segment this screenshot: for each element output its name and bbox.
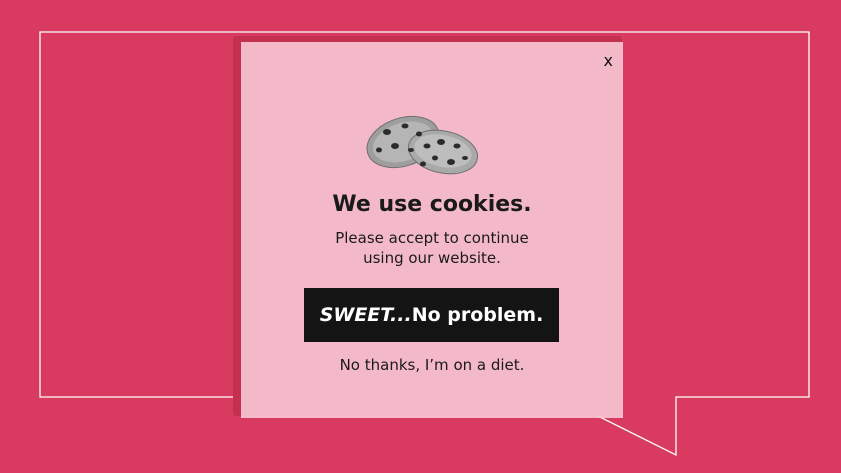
dialog-title: We use cookies. (332, 192, 532, 217)
dialog-message: Please accept to continue using our webs… (301, 228, 563, 268)
dialog-message-line2: using our website. (363, 249, 501, 267)
accept-button-emphasis: SWEET... (319, 304, 412, 326)
close-button[interactable]: x (604, 53, 613, 69)
decline-cookies-link[interactable]: No thanks, I’m on a diet. (241, 356, 623, 374)
accept-cookies-button[interactable]: SWEET... No problem. (304, 288, 559, 342)
dialog-message-line1: Please accept to continue (335, 229, 529, 247)
accept-button-label: No problem. (411, 304, 544, 326)
cookies-icon (366, 115, 479, 175)
cookie-consent-dialog: x We use cookies. Please accept to conti… (241, 42, 623, 418)
